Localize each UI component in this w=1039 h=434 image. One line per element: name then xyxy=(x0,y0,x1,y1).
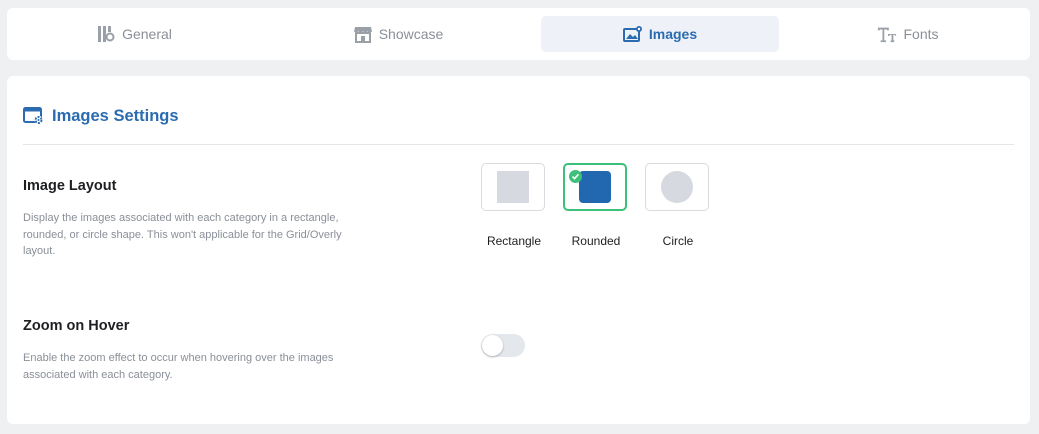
zoom-on-hover-toggle[interactable] xyxy=(481,334,525,357)
checkmark-icon xyxy=(569,170,582,183)
settings-tab-bar: General Showcase Images Fonts xyxy=(7,8,1030,60)
zoom-on-hover-title: Zoom on Hover xyxy=(23,318,130,334)
image-settings-icon xyxy=(622,24,643,44)
tab-images[interactable]: Images xyxy=(541,16,779,52)
layout-option-rectangle[interactable] xyxy=(481,163,545,211)
section-header: Images Settings xyxy=(23,106,179,126)
rectangle-shape-icon xyxy=(497,171,529,203)
tab-general[interactable]: General xyxy=(15,16,253,52)
layout-option-circle-label: Circle xyxy=(662,234,694,248)
tab-fonts[interactable]: Fonts xyxy=(789,16,1027,52)
tab-fonts-label: Fonts xyxy=(903,26,939,42)
storefront-icon xyxy=(353,24,373,44)
rounded-shape-icon xyxy=(579,171,611,203)
layout-option-rounded-label: Rounded xyxy=(571,234,621,248)
tab-showcase-label: Showcase xyxy=(378,26,444,42)
layout-option-circle[interactable] xyxy=(645,163,709,211)
images-settings-card: Images Settings Image Layout Display the… xyxy=(7,76,1030,424)
tab-general-label: General xyxy=(122,26,172,42)
font-size-icon xyxy=(877,24,897,44)
toggle-knob xyxy=(482,335,503,356)
general-settings-icon xyxy=(96,24,116,44)
window-settings-icon xyxy=(23,106,45,126)
layout-option-rounded[interactable] xyxy=(563,163,627,211)
tab-showcase[interactable]: Showcase xyxy=(279,16,517,52)
zoom-on-hover-description: Enable the zoom effect to occur when hov… xyxy=(23,352,334,381)
circle-shape-icon xyxy=(661,171,693,203)
image-layout-description: Display the images associated with each … xyxy=(23,212,342,257)
image-layout-title: Image Layout xyxy=(23,178,117,194)
tab-images-label: Images xyxy=(648,26,698,42)
section-divider xyxy=(23,144,1014,145)
layout-option-rectangle-label: Rectangle xyxy=(486,234,542,248)
section-title: Images Settings xyxy=(52,106,179,125)
